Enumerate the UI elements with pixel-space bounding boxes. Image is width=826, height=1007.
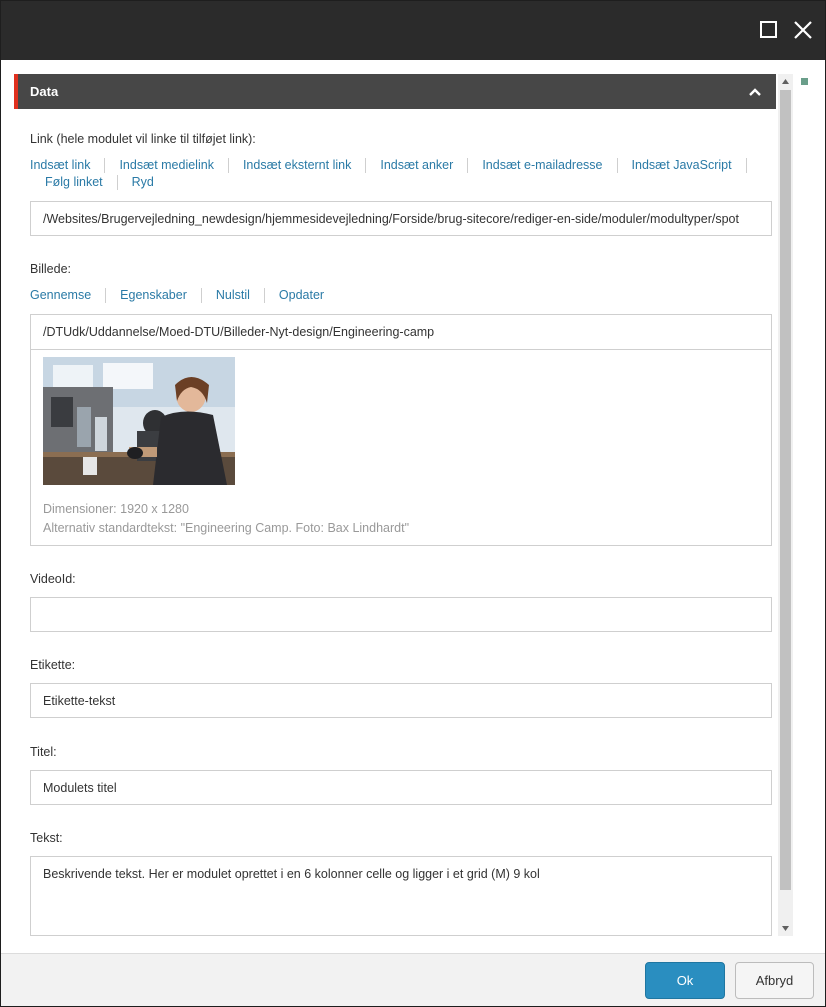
image-field-label: Billede: [30,262,71,276]
chevron-up-icon[interactable] [748,85,762,99]
link-field-label: Link (hele modulet vil linke til tilføje… [30,132,256,146]
divider [105,288,107,304]
browse-image-button[interactable]: Gennemse [30,288,91,302]
section-title: Data [30,84,59,99]
image-field: /DTUdk/Uddannelse/Moed-DTU/Billeder-Nyt-… [30,314,772,546]
section-header-data[interactable]: Data [14,74,776,109]
divider [467,158,469,174]
reset-image-button[interactable]: Nulstil [216,288,250,302]
video-id-label: VideoId: [30,572,76,586]
divider [200,288,202,304]
divider [616,158,618,174]
clear-link-button[interactable]: Ryd [132,175,154,189]
close-icon[interactable] [790,17,816,43]
image-actions-row: Gennemse Egenskaber Nulstil Opdater [30,288,324,304]
divider [263,288,265,304]
divider [745,158,747,174]
title-input[interactable]: Modulets titel [30,770,772,805]
vertical-scrollbar[interactable] [778,74,793,936]
insert-media-link-button[interactable]: Indsæt medielink [119,158,214,172]
insert-link-button[interactable]: Indsæt link [30,158,90,172]
ok-button[interactable]: Ok [645,962,725,999]
title-label: Titel: [30,745,57,759]
image-dimensions: Dimensioner: 1920 x 1280 [43,502,189,516]
status-indicator-icon [801,78,808,85]
dialog-window: Data Link (hele modulet vil linke til ti… [0,0,826,1007]
divider [227,158,229,174]
link-actions-row-2: Følg linket Ryd [45,175,154,191]
image-alt-text: Alternativ standardtekst: "Engineering C… [43,521,410,535]
maximize-icon[interactable] [756,17,782,43]
dialog-content: Data Link (hele modulet vil linke til ti… [1,60,825,953]
video-id-input[interactable] [30,597,772,632]
cancel-button[interactable]: Afbryd [735,962,814,999]
divider [116,175,118,191]
text-label: Tekst: [30,831,63,845]
scroll-up-arrow-icon[interactable] [781,77,790,86]
scrollbar-thumb[interactable] [780,90,791,890]
divider [104,158,106,174]
scroll-down-arrow-icon[interactable] [781,924,790,933]
tag-label: Etikette: [30,658,76,672]
insert-external-link-button[interactable]: Indsæt eksternt link [243,158,351,172]
tag-input[interactable]: Etikette-tekst [30,683,772,718]
link-path-field[interactable]: /Websites/Brugervejledning_newdesign/hje… [30,201,772,236]
link-actions-row-1: Indsæt link Indsæt medielink Indsæt ekster… [30,158,761,174]
text-area[interactable]: Beskrivende tekst. Her er modulet oprett… [30,856,772,936]
dialog-titlebar [1,1,825,60]
refresh-image-button[interactable]: Opdater [279,288,324,302]
dialog-footer: Ok Afbryd [1,953,825,1006]
image-path-field[interactable]: /DTUdk/Uddannelse/Moed-DTU/Billeder-Nyt-… [31,315,771,350]
divider [365,158,367,174]
insert-email-button[interactable]: Indsæt e-mailadresse [482,158,602,172]
follow-link-button[interactable]: Følg linket [45,175,103,189]
image-thumbnail[interactable] [43,357,235,485]
insert-anchor-button[interactable]: Indsæt anker [380,158,453,172]
insert-javascript-button[interactable]: Indsæt JavaScript [632,158,732,172]
image-properties-button[interactable]: Egenskaber [120,288,187,302]
